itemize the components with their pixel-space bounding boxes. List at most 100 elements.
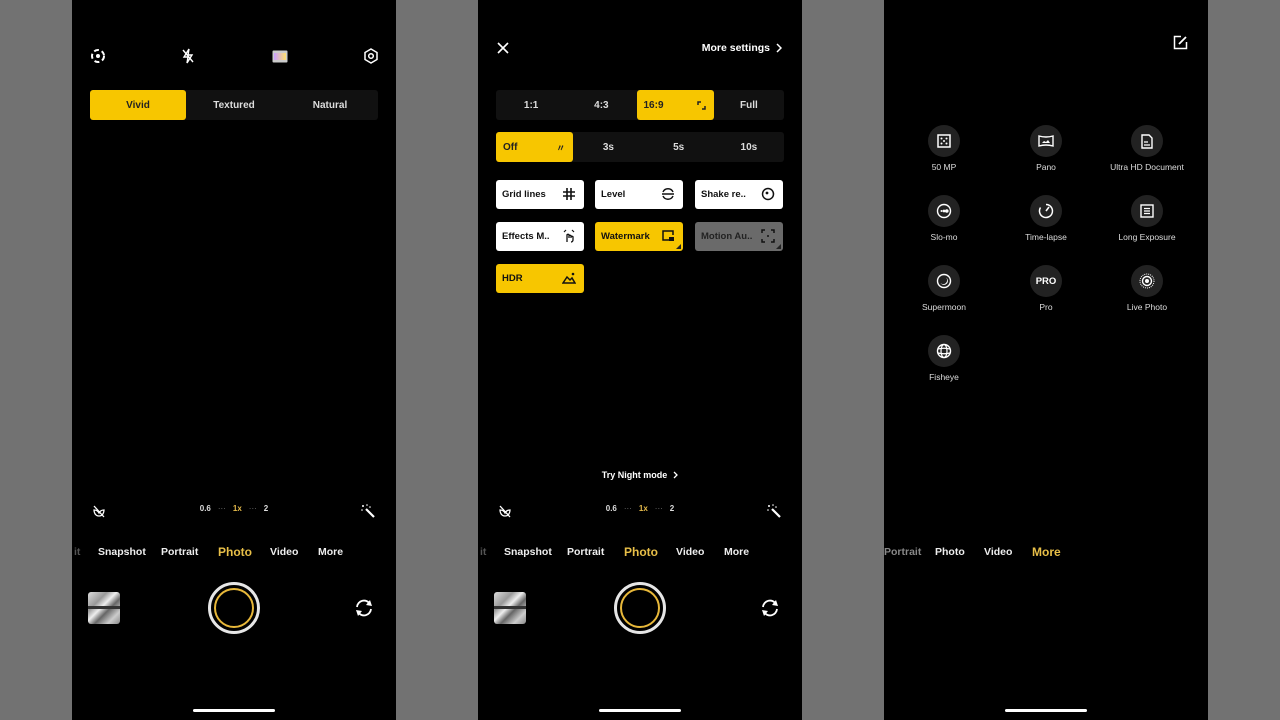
toggle-label: Motion Au.. [701,231,753,242]
mode-label: Long Exposure [1118,232,1176,242]
toggle-effects-menu[interactable]: Effects M.. [496,222,584,251]
mode-live-photo[interactable]: Live Photo [1097,265,1197,312]
shutter-inner [620,588,660,628]
mode-more[interactable]: More [318,546,343,558]
filter-natural[interactable]: Natural [282,90,378,120]
home-indicator[interactable] [1005,709,1087,712]
toggle-label: Level [601,189,626,200]
mode-video[interactable]: Video [984,546,1012,558]
mode-slo-mo[interactable]: Slo-mo [894,195,994,242]
zoom-dots: ··· [654,504,663,513]
mode-time-lapse[interactable]: Time-lapse [996,195,1096,242]
mode-supermoon[interactable]: Supermoon [894,265,994,312]
fisheye-icon [928,335,960,367]
mode-portrait[interactable]: Portrait [884,546,921,558]
zoom-1x[interactable]: 1x [233,504,242,513]
toggle-grid-lines[interactable]: Grid lines [496,180,584,209]
toggle-watermark[interactable]: Watermark [595,222,683,251]
mode-portrait[interactable]: Portrait [161,546,198,558]
settings-icon[interactable] [361,46,381,66]
gallery-thumbnail[interactable] [494,592,526,624]
mode-label: Ultra HD Document [1110,162,1184,172]
zoom-2x[interactable]: 2 [670,504,674,513]
mode-switcher: Portrait Photo Video More [884,545,1208,562]
expand-corner-indicator [676,244,681,249]
expand-corner-indicator [776,244,781,249]
zoom-0.6[interactable]: 0.6 [200,504,211,513]
zoom-0.6[interactable]: 0.6 [606,504,617,513]
magic-wand-icon[interactable] [765,502,783,520]
more-settings-link[interactable]: More settings [702,42,782,54]
gallery-thumbnail[interactable] [88,592,120,624]
mode-video[interactable]: Video [270,546,298,558]
toggle-level[interactable]: Level [595,180,683,209]
flash-off-icon[interactable] [178,46,198,66]
level-icon [662,188,674,200]
shutter-inner [214,588,254,628]
shake-reduction-icon [761,187,775,201]
mode-long-exposure[interactable]: Long Exposure [1097,195,1197,242]
scan-icon[interactable] [88,46,108,66]
ratio-full[interactable]: Full [714,90,784,120]
timer-5s[interactable]: 5s [644,132,714,162]
mode-fisheye[interactable]: Fisheye [894,335,994,382]
toggle-hdr[interactable]: HDR [496,264,584,293]
mode-night[interactable]: it [480,546,486,558]
supermoon-icon [928,265,960,297]
toggle-shake-reduction[interactable]: Shake re.. [695,180,783,209]
night-mode-hint[interactable]: Try Night mode [478,470,802,480]
focus-frame-icon [761,229,775,243]
zoom-2x[interactable]: 2 [264,504,268,513]
mode-photo[interactable]: Photo [218,545,252,559]
mode-photo[interactable]: Photo [624,545,658,559]
ratio-label: Full [739,99,758,111]
mode-label: Live Photo [1126,302,1168,312]
mode-night[interactable]: it [74,546,80,558]
mode-video[interactable]: Video [676,546,704,558]
filter-label: Vivid [126,99,150,111]
pano-icon [1030,125,1062,157]
camera-screen-settings: More settings 1:1 4:3 16:9 Full Off 〃 3s … [478,0,802,720]
mode-photo[interactable]: Photo [935,546,965,558]
zoom-1x[interactable]: 1x [639,504,648,513]
mode-ultra-hd-document[interactable]: Ultra HD Document [1097,125,1197,172]
live-photo-icon [1131,265,1163,297]
timer-off[interactable]: Off 〃 [496,132,574,162]
switch-camera-icon[interactable] [352,596,376,620]
ratio-label: 16:9 [643,99,664,111]
ratio-4-3[interactable]: 4:3 [566,90,636,120]
mode-more[interactable]: More [1032,545,1061,559]
mode-snapshot[interactable]: Snapshot [98,546,146,558]
ratio-1-1[interactable]: 1:1 [496,90,566,120]
timer-icon: 〃 [556,142,566,153]
zoom-dots: ··· [248,504,257,513]
night-hint-label: Try Night mode [601,470,668,480]
mode-label: 50 MP [931,162,957,172]
filter-vivid[interactable]: Vivid [90,90,186,120]
switch-camera-icon[interactable] [758,596,782,620]
mode-snapshot[interactable]: Snapshot [504,546,552,558]
mode-portrait[interactable]: Portrait [567,546,604,558]
home-indicator[interactable] [599,709,681,712]
timer-label: 5s [673,141,685,153]
mode-pano[interactable]: Pano [996,125,1096,172]
magic-wand-icon[interactable] [359,502,377,520]
shutter-button[interactable] [614,582,666,634]
edit-icon[interactable] [1171,33,1189,51]
filter-textured[interactable]: Textured [186,90,282,120]
camera-screen-more-modes: 50 MP Pano Ultra HD Document Slo-mo Time… [884,0,1208,720]
filter-icon[interactable] [270,46,290,66]
ratio-label: 4:3 [594,99,609,111]
toggle-motion-autofocus[interactable]: Motion Au.. [695,222,783,251]
shutter-button[interactable] [208,582,260,634]
mode-more[interactable]: More [724,546,749,558]
mode-50mp[interactable]: 50 MP [894,125,994,172]
ratio-16-9[interactable]: 16:9 [636,90,714,120]
mode-pro[interactable]: PRO Pro [996,265,1096,312]
close-icon[interactable] [495,40,511,56]
home-indicator[interactable] [193,709,275,712]
50mp-icon [928,125,960,157]
timer-10s[interactable]: 10s [714,132,784,162]
timer-3s[interactable]: 3s [573,132,643,162]
toggle-label: Shake re.. [701,189,746,200]
